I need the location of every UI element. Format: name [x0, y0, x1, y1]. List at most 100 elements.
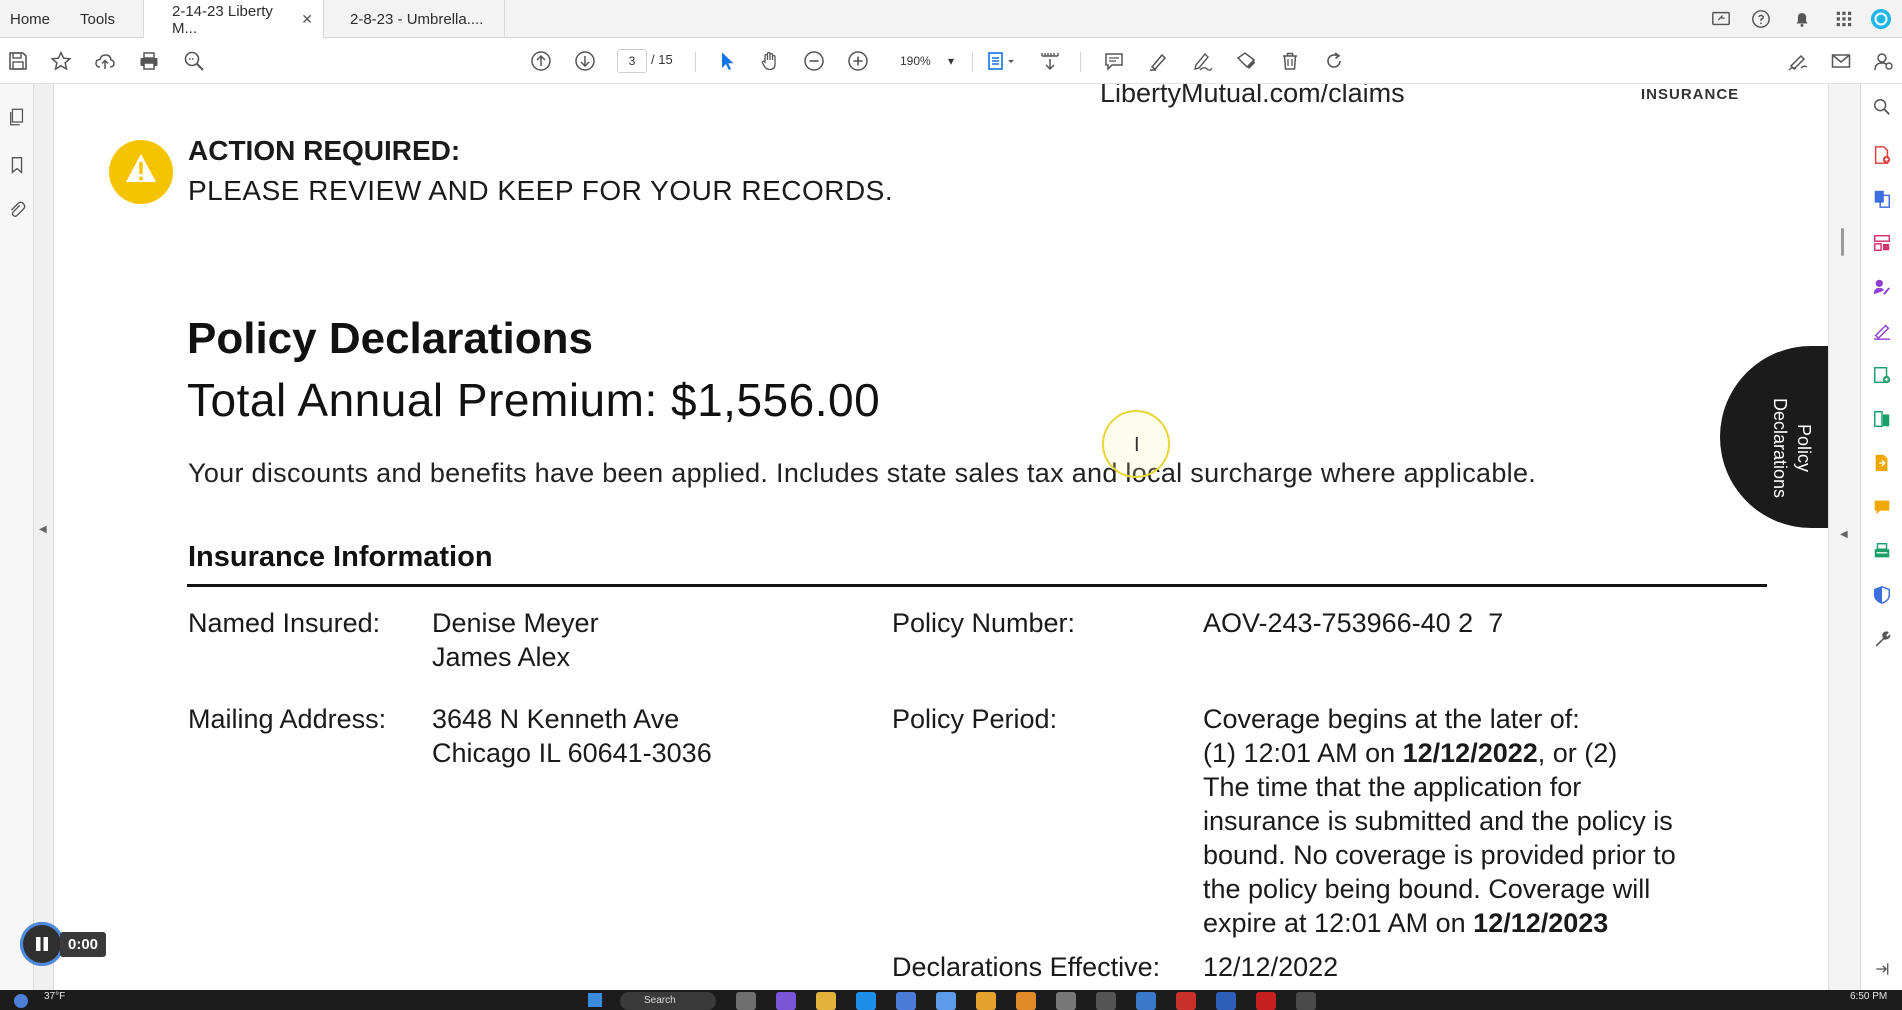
- create-pdf-icon[interactable]: [1869, 142, 1895, 168]
- cloud-upload-icon[interactable]: [91, 47, 119, 75]
- period-line-4: insurance is submitted and the policy is: [1203, 806, 1673, 836]
- app-icon[interactable]: [1136, 992, 1156, 1010]
- page-thumbnails-icon[interactable]: [4, 104, 30, 130]
- request-signature-icon[interactable]: [1784, 47, 1812, 75]
- edge-browser-icon[interactable]: [856, 992, 876, 1010]
- select-pointer-icon[interactable]: [713, 47, 741, 75]
- more-tools-wrench-icon[interactable]: [1869, 626, 1895, 652]
- collapse-left-icon[interactable]: ◀: [39, 524, 47, 535]
- highlight-pen-icon[interactable]: [1144, 47, 1172, 75]
- left-navigation-pane: [0, 84, 34, 990]
- rotate-icon[interactable]: [1320, 47, 1348, 75]
- named-insured-label: Named Insured:: [188, 608, 381, 638]
- document-view[interactable]: LibertyMutual.com/claims INSURANCE ACTIO…: [54, 84, 1828, 990]
- protect-shield-icon[interactable]: [1869, 582, 1895, 608]
- tab-bar: Home Tools 2-14-23 Liberty M... ✕ 2-8-23…: [0, 0, 1902, 39]
- stamp-edit-icon[interactable]: [1232, 47, 1260, 75]
- comment-tool-icon[interactable]: [1869, 494, 1895, 520]
- combine-files-icon[interactable]: [1869, 406, 1895, 432]
- save-icon[interactable]: [4, 47, 32, 75]
- tab-document-liberty-label: 2-14-23 Liberty M...: [172, 2, 273, 37]
- pause-button[interactable]: [20, 922, 64, 966]
- request-esign-icon[interactable]: [1869, 274, 1895, 300]
- warning-alert-icon: [108, 134, 174, 210]
- right-tools-pane: [1860, 84, 1902, 990]
- email-icon[interactable]: [1827, 47, 1855, 75]
- store-app-icon[interactable]: [896, 992, 916, 1010]
- export-pdf-icon[interactable]: [1869, 186, 1895, 212]
- declarations-effective-label: Declarations Effective:: [892, 952, 1161, 982]
- weather-temperature: 37°F: [44, 991, 66, 1002]
- named-insured-2: James Alex: [432, 642, 571, 672]
- vertical-scrollbar[interactable]: ◀: [1828, 84, 1860, 990]
- help-icon[interactable]: [1748, 6, 1774, 32]
- print-icon[interactable]: [135, 47, 163, 75]
- zoom-out-icon[interactable]: [800, 47, 828, 75]
- pdf-app-icon[interactable]: [1256, 992, 1276, 1010]
- review-keep-message: PLEASE REVIEW AND KEEP FOR YOUR RECORDS.: [188, 175, 894, 206]
- share-screen-icon[interactable]: [1708, 6, 1734, 32]
- zoom-level-dropdown[interactable]: 190% ▾: [890, 49, 960, 73]
- tab-home[interactable]: Home: [0, 0, 60, 38]
- tab-document-umbrella[interactable]: 2-8-23 - Umbrella....: [340, 0, 493, 38]
- export-send-icon[interactable]: [1869, 450, 1895, 476]
- user-search-icon[interactable]: [1870, 47, 1898, 75]
- tab-tools-label: Tools: [80, 10, 116, 28]
- word-app-icon[interactable]: [1216, 992, 1236, 1010]
- period-line-2-suffix: , or (2): [1537, 738, 1618, 768]
- expand-panel-icon[interactable]: [1869, 956, 1895, 982]
- apps-grid-icon[interactable]: [1831, 6, 1857, 32]
- left-pane-collapse-bar[interactable]: ◀: [34, 84, 54, 990]
- chrome-app-icon[interactable]: [976, 992, 996, 1010]
- edit-pdf-icon[interactable]: [1869, 362, 1895, 388]
- collapse-right-icon[interactable]: ◀: [1840, 529, 1848, 540]
- policy-number-value: AOV-243-753966-40 2 7: [1203, 608, 1504, 638]
- fill-sign-icon[interactable]: [1869, 318, 1895, 344]
- app-icon[interactable]: [936, 992, 956, 1010]
- bookmarks-icon[interactable]: [4, 152, 30, 178]
- tab-document-umbrella-label: 2-8-23 - Umbrella....: [350, 10, 484, 28]
- hand-pan-icon[interactable]: [756, 47, 784, 75]
- taskbar-search-box[interactable]: Search: [620, 992, 716, 1010]
- recording-media-control: 0:00: [20, 922, 107, 966]
- tab-tools[interactable]: Tools: [70, 0, 125, 38]
- draw-freehand-icon[interactable]: [1188, 47, 1216, 75]
- file-explorer-icon[interactable]: [816, 992, 836, 1010]
- app-icon[interactable]: [1056, 992, 1076, 1010]
- scrollbar-thumb[interactable]: [1841, 228, 1844, 256]
- notifications-bell-icon[interactable]: [1789, 6, 1815, 32]
- next-page-icon[interactable]: [571, 47, 599, 75]
- page-fit-menu-icon[interactable]: [982, 47, 1020, 75]
- coverage-start-date: 12/12/2022: [1402, 738, 1538, 768]
- teams-app-icon[interactable]: [776, 992, 796, 1010]
- app-icon[interactable]: [1016, 992, 1036, 1010]
- coverage-end-date: 12/12/2023: [1473, 908, 1609, 938]
- app-icon[interactable]: [1296, 992, 1316, 1010]
- previous-page-icon[interactable]: [527, 47, 555, 75]
- start-windows-icon[interactable]: [588, 993, 602, 1007]
- tab-document-liberty[interactable]: 2-14-23 Liberty M... ✕: [143, 0, 324, 39]
- close-tab-icon[interactable]: ✕: [301, 11, 313, 28]
- recording-timer: 0:00: [60, 931, 107, 957]
- acrobat-app-icon[interactable]: [1176, 992, 1196, 1010]
- page-number-input[interactable]: 3: [617, 49, 647, 73]
- app-icon[interactable]: [1096, 992, 1116, 1010]
- attachments-paperclip-icon[interactable]: [4, 197, 30, 223]
- task-view-icon[interactable]: [736, 992, 756, 1010]
- scan-ocr-icon[interactable]: [1869, 538, 1895, 564]
- account-avatar-icon[interactable]: [1868, 6, 1894, 32]
- bookmark-star-icon[interactable]: [47, 47, 75, 75]
- document-page: LibertyMutual.com/claims INSURANCE ACTIO…: [54, 84, 1828, 990]
- find-zoom-icon[interactable]: [180, 47, 208, 75]
- scroll-mode-icon[interactable]: [1036, 47, 1064, 75]
- section-divider-line: [187, 584, 1767, 587]
- organize-pages-icon[interactable]: [1869, 230, 1895, 256]
- declarations-effective-value: 12/12/2022: [1203, 952, 1339, 982]
- weather-icon[interactable]: [14, 994, 28, 1008]
- mailing-address-label: Mailing Address:: [188, 704, 387, 734]
- search-tools-icon[interactable]: [1869, 94, 1895, 120]
- address-line-2: Chicago IL 60641-3036: [432, 738, 712, 768]
- delete-trash-icon[interactable]: [1276, 47, 1304, 75]
- zoom-in-icon[interactable]: [844, 47, 872, 75]
- comment-icon[interactable]: [1100, 47, 1128, 75]
